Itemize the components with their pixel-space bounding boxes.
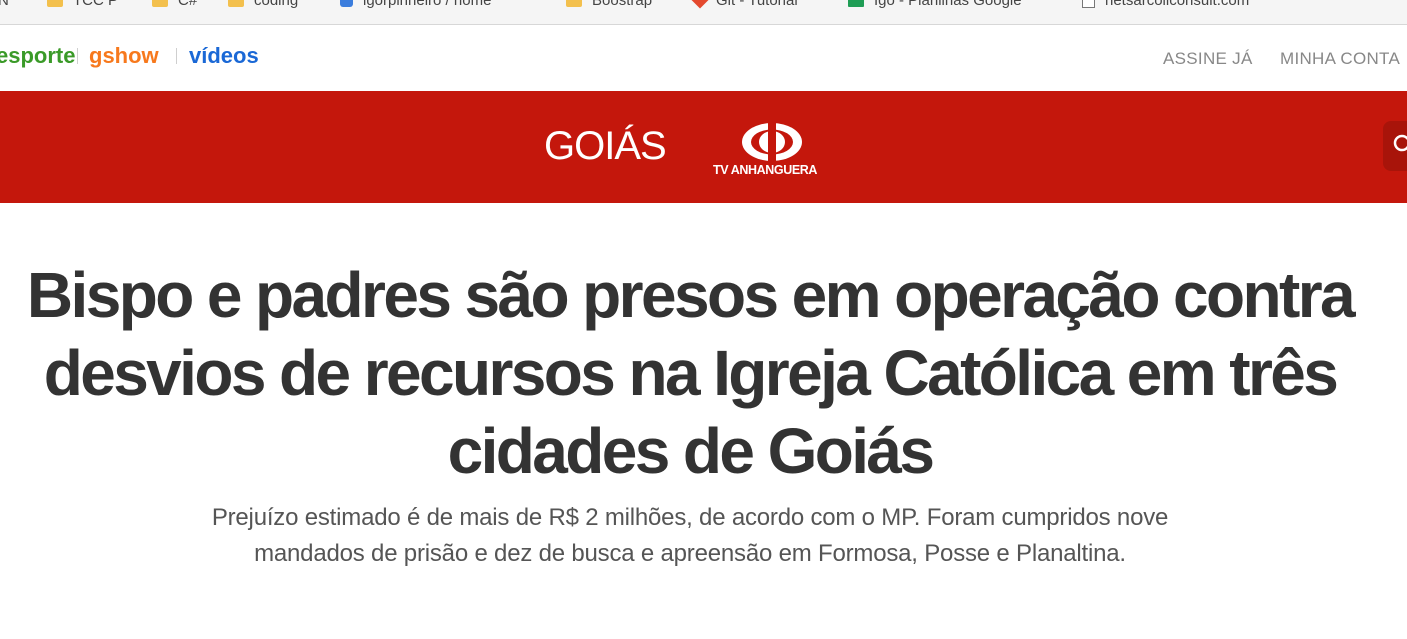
bookmark-coding[interactable]: coding <box>228 0 298 11</box>
bookmark-label: Git - Tutorial <box>716 0 798 9</box>
folder-icon <box>47 0 63 7</box>
bookmark-git-tutorial[interactable]: Git - Tutorial <box>691 0 798 11</box>
bookmark-csharp[interactable]: C# <box>152 0 197 11</box>
folder-icon <box>152 0 168 7</box>
regional-header: GOIÁS TV ANHANGUERA <box>0 91 1407 203</box>
folder-icon <box>228 0 244 7</box>
nav-divider <box>77 48 78 64</box>
bookmark-label: Boostrap <box>592 0 653 9</box>
bookmark-label: SN <box>0 0 9 9</box>
git-icon <box>691 0 709 9</box>
top-navigation: esporte gshow vídeos ASSINE JÁ MINHA CON… <box>0 25 1407 91</box>
bookmark-label: TCC P <box>73 0 118 9</box>
subscribe-link[interactable]: ASSINE JÁ <box>1163 49 1253 69</box>
bookmarks-bar: SN TCC P C# coding igorpinheiro / home B… <box>0 0 1407 25</box>
bookmark-label: C# <box>178 0 198 9</box>
affiliate-name: TV ANHANGUERA <box>713 163 818 177</box>
sheets-icon <box>848 0 864 7</box>
bookmark-boostrap[interactable]: Boostrap <box>566 0 652 11</box>
bookmark-igorpinheiro[interactable]: igorpinheiro / home <box>340 0 491 11</box>
article-headline: Bispo e padres são presos em operação co… <box>26 259 1356 487</box>
bookmark-tcc[interactable]: TCC P <box>47 0 118 11</box>
my-account-link[interactable]: MINHA CONTA <box>1280 49 1400 69</box>
tv-anhanguera-logo-icon[interactable] <box>741 122 803 162</box>
page-icon <box>1082 0 1095 8</box>
folder-icon <box>566 0 582 7</box>
nav-link-esporte[interactable]: esporte <box>0 43 75 69</box>
nav-link-videos[interactable]: vídeos <box>189 43 259 69</box>
search-icon <box>1393 134 1407 152</box>
region-title[interactable]: GOIÁS <box>544 124 667 169</box>
nav-link-gshow[interactable]: gshow <box>89 43 159 69</box>
bookmark-label: coding <box>254 0 299 9</box>
bookmark-label: netsarcoliconsult.com <box>1105 0 1250 9</box>
article-subtitle: Prejuízo estimado é de mais de R$ 2 milh… <box>211 504 1169 567</box>
bitbucket-icon <box>340 0 353 7</box>
bookmark-label: igorpinheiro / home <box>363 0 492 9</box>
bookmark-netsarcoli[interactable]: netsarcoliconsult.com <box>1082 0 1249 11</box>
bookmark-label: Igo - Planilhas Google <box>874 0 1022 9</box>
bookmark-sn[interactable]: SN <box>0 0 9 11</box>
nav-divider <box>176 48 177 64</box>
search-button[interactable] <box>1383 121 1407 171</box>
bookmark-planilhas[interactable]: Igo - Planilhas Google <box>848 0 1022 11</box>
